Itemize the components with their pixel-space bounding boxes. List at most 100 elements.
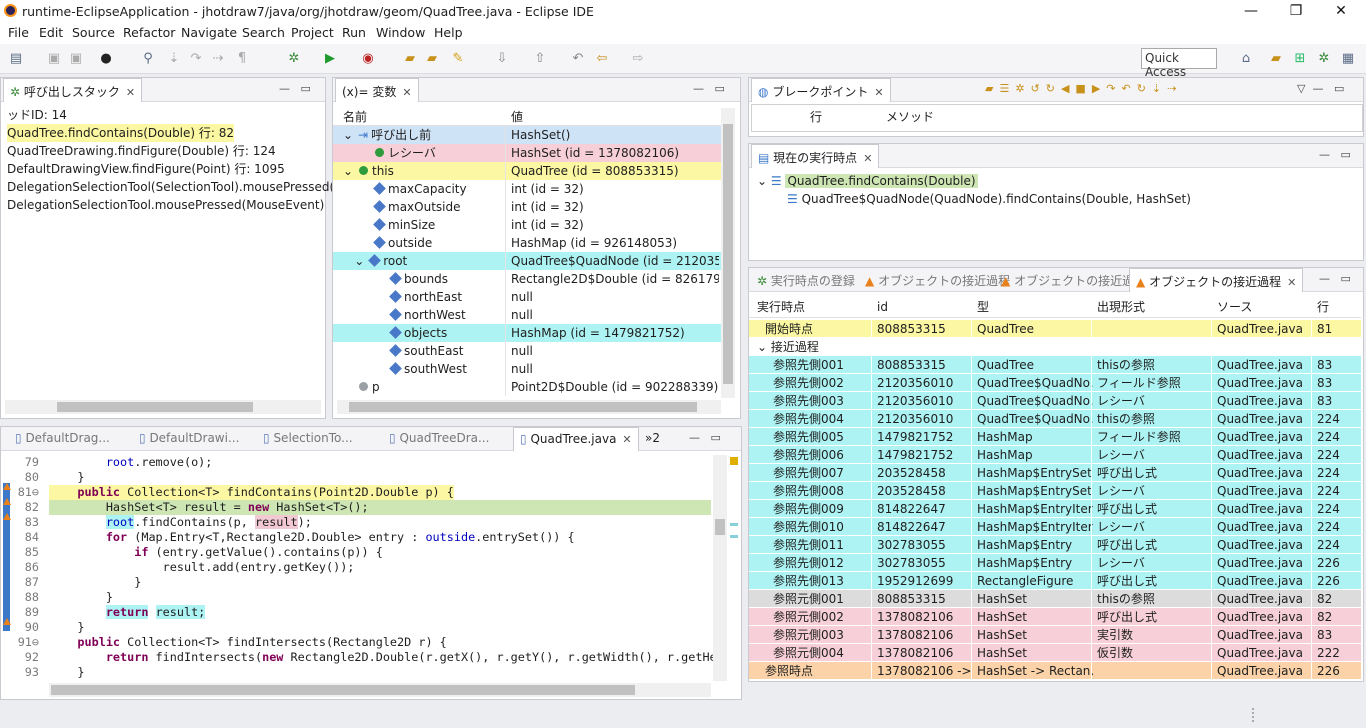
approach-row[interactable]: 参照先側012 302783055 HashMap$Entry レシーバ QuadTre…: [749, 554, 1361, 572]
view-min-max[interactable]: — ▭: [693, 82, 725, 95]
code-line[interactable]: 87 }: [1, 575, 711, 590]
step-over-icon[interactable]: ↷: [188, 51, 204, 67]
menu-refactor[interactable]: Refactor: [123, 25, 175, 40]
view-min-max[interactable]: — ▭: [1319, 148, 1351, 161]
approach-row[interactable]: 参照先側010 814822647 HashMap$EntryIter... レシーバ…: [749, 518, 1361, 536]
skip-breakpoints-icon[interactable]: ⚲: [140, 51, 156, 67]
code-line[interactable]: 84 for (Map.Entry<T,Rectangle2D.Double> …: [1, 530, 711, 545]
step-return-icon[interactable]: ⇢: [210, 51, 226, 67]
editor-tab[interactable]: ▯ DefaultDrawi...: [133, 427, 245, 451]
variable-row[interactable]: bounds Rectangle2D$Double (id = 826179695…: [333, 270, 721, 288]
java-perspective-icon[interactable]: ⊞: [1292, 51, 1308, 67]
terminate-icon[interactable]: ¶: [234, 51, 250, 67]
approach-row[interactable]: 参照先側011 302783055 HashMap$Entry 呼び出し式 QuadTr…: [749, 536, 1361, 554]
view-min-max[interactable]: ▽ — ▭: [1297, 82, 1344, 95]
current-frame-root[interactable]: ⌄ ☰ QuadTree.findContains(Double): [757, 172, 978, 190]
variable-row[interactable]: maxOutside int (id = 32): [333, 198, 721, 216]
debug-perspective-toggle-icon[interactable]: ✲: [1316, 51, 1332, 67]
editor-tab[interactable]: ▯ SelectionTo...: [257, 427, 359, 451]
close-button[interactable]: ✕: [1318, 0, 1364, 22]
variable-row[interactable]: レシーバ HashSet (id = 1378082106): [333, 144, 721, 162]
approach-row[interactable]: 参照先側008 203528458 HashMap$EntrySet レシーバ Quad…: [749, 482, 1361, 500]
variable-row[interactable]: southEast null: [333, 342, 721, 360]
code-line[interactable]: 86 result.add(entry.getKey());: [1, 560, 711, 575]
restore-button[interactable]: ❐: [1273, 0, 1319, 22]
approach-row[interactable]: 参照先側006 1479821752 HashMap レシーバ QuadTree.jav…: [749, 446, 1361, 464]
close-icon[interactable]: ✕: [1287, 276, 1296, 289]
column-line[interactable]: 行: [1317, 298, 1329, 316]
approach-row[interactable]: 参照先側013 1952912699 RectangleFigure 呼び出し式 Qua…: [749, 572, 1361, 590]
approach-row[interactable]: 開始時点 808853315 QuadTree QuadTree.java 81: [749, 320, 1361, 338]
code-line[interactable]: 92 return findIntersects(new Rectangle2D…: [1, 650, 724, 665]
last-edit-icon[interactable]: ↶: [570, 51, 586, 67]
approach-row[interactable]: 参照先側001 808853315 QuadTree thisの参照 QuadTree.…: [749, 356, 1361, 374]
variable-row[interactable]: ⌄ ⇥ 呼び出し前 HashSet(): [333, 126, 721, 144]
column-value[interactable]: 値: [511, 108, 523, 126]
stack-frame[interactable]: DelegationSelectionTool(SelectionTool).m…: [7, 178, 366, 196]
tab-variables[interactable]: (x)= 変数 ✕: [335, 78, 419, 102]
tab-object-approach[interactable]: ▲ オブジェクトの接近過程: [859, 268, 1016, 292]
column-method[interactable]: メソッド: [886, 108, 934, 126]
variable-row[interactable]: outside HashMap (id = 926148053): [333, 234, 721, 252]
approach-row[interactable]: 参照元側004 1378082106 HashSet 仮引数 QuadTree.java…: [749, 644, 1361, 662]
vertical-scrollbar[interactable]: [721, 108, 735, 398]
debug-perspective-icon[interactable]: ●: [98, 51, 114, 67]
column-source[interactable]: ソース: [1217, 298, 1252, 316]
code-line[interactable]: 89 return result;: [1, 605, 711, 620]
stack-frame[interactable]: QuadTreeDrawing.findFigure(Double) 行: 12…: [7, 142, 276, 160]
code-line[interactable]: 79 root.remove(o);: [1, 455, 711, 470]
run-icon[interactable]: ▶: [322, 51, 338, 67]
approach-row[interactable]: 参照時点 1378082106 -> ... HashSet -> Rectan..…: [749, 662, 1361, 680]
chevron-down-icon[interactable]: ⌄: [343, 126, 355, 144]
approach-row[interactable]: 参照元側002 1378082106 HashSet 呼び出し式 QuadTree.ja…: [749, 608, 1361, 626]
save-all-icon[interactable]: ▣: [68, 51, 84, 67]
close-icon[interactable]: ✕: [863, 152, 872, 165]
editor-tab[interactable]: ▯ QuadTreeDra...: [383, 427, 495, 451]
stack-frame[interactable]: ッドID: 14: [7, 106, 67, 124]
menu-help[interactable]: Help: [434, 25, 463, 40]
code-line[interactable]: 80 }: [1, 470, 711, 485]
close-icon[interactable]: ✕: [874, 86, 883, 99]
stack-frame[interactable]: DefaultDrawingView.findFigure(Point) 行: …: [7, 160, 285, 178]
menu-search[interactable]: Search: [242, 25, 285, 40]
approach-row[interactable]: 参照元側003 1378082106 HashSet 実引数 QuadTree.java…: [749, 626, 1361, 644]
code-line[interactable]: 85 if (entry.getValue().contains(p)) {: [1, 545, 711, 560]
view-min-max[interactable]: — ▭: [279, 82, 311, 95]
code-line[interactable]: 93 }: [1, 665, 711, 680]
code-line[interactable]: 81⊖ public Collection<T> findContains(Po…: [1, 485, 711, 500]
next-annotation-icon[interactable]: ⇩: [494, 51, 510, 67]
open-type-icon[interactable]: ▰: [424, 51, 440, 67]
variable-row[interactable]: minSize int (id = 32): [333, 216, 721, 234]
variable-row[interactable]: northWest null: [333, 306, 721, 324]
approach-row[interactable]: ⌄ 接近過程: [749, 338, 1361, 356]
column-id[interactable]: id: [877, 298, 888, 316]
custom-perspective-icon[interactable]: ▦: [1340, 51, 1356, 67]
toolbar-extra-icon[interactable]: ⌂: [1238, 51, 1254, 67]
close-icon[interactable]: ✕: [126, 86, 135, 99]
approach-row[interactable]: 参照先側003 2120356010 QuadTree$QuadNo... レシーバ Q…: [749, 392, 1361, 410]
approach-row[interactable]: 参照先側005 1479821752 HashMap フィールド参照 QuadTree.…: [749, 428, 1361, 446]
menu-project[interactable]: Project: [291, 25, 334, 40]
close-icon[interactable]: ✕: [402, 86, 411, 99]
approach-row[interactable]: 参照先側004 2120356010 QuadTree$QuadNo... thisの…: [749, 410, 1361, 428]
view-min-max[interactable]: — ▭: [689, 431, 721, 444]
open-perspective-icon[interactable]: ▰: [1268, 51, 1284, 67]
approach-row[interactable]: 参照先側007 203528458 HashMap$EntrySet 呼び出し式 Qua…: [749, 464, 1361, 482]
code-line[interactable]: 90 }: [1, 620, 711, 635]
minimize-button[interactable]: —: [1228, 0, 1274, 22]
quick-access-field[interactable]: Quick Access: [1141, 48, 1217, 79]
horizontal-scrollbar[interactable]: [337, 400, 721, 414]
editor-tab[interactable]: ▯ DefaultDrag...: [9, 427, 116, 451]
editor-tabs-overflow[interactable]: »2: [639, 427, 666, 451]
variable-row[interactable]: southWest null: [333, 360, 721, 378]
variable-row[interactable]: p Point2D$Double (id = 902288339): [333, 378, 721, 396]
variable-row[interactable]: ⌄ this QuadTree (id = 808853315): [333, 162, 721, 180]
search-tool-icon[interactable]: ✎: [450, 51, 466, 67]
column-name[interactable]: 名前: [343, 108, 367, 126]
column-appearance[interactable]: 出現形式: [1097, 298, 1145, 316]
menu-navigate[interactable]: Navigate: [181, 25, 237, 40]
menu-source[interactable]: Source: [72, 25, 115, 40]
save-icon[interactable]: ▣: [46, 51, 62, 67]
stack-frame[interactable]: DelegationSelectionTool.mousePressed(Mou…: [7, 196, 325, 214]
view-min-max[interactable]: — ▭: [1319, 272, 1351, 285]
